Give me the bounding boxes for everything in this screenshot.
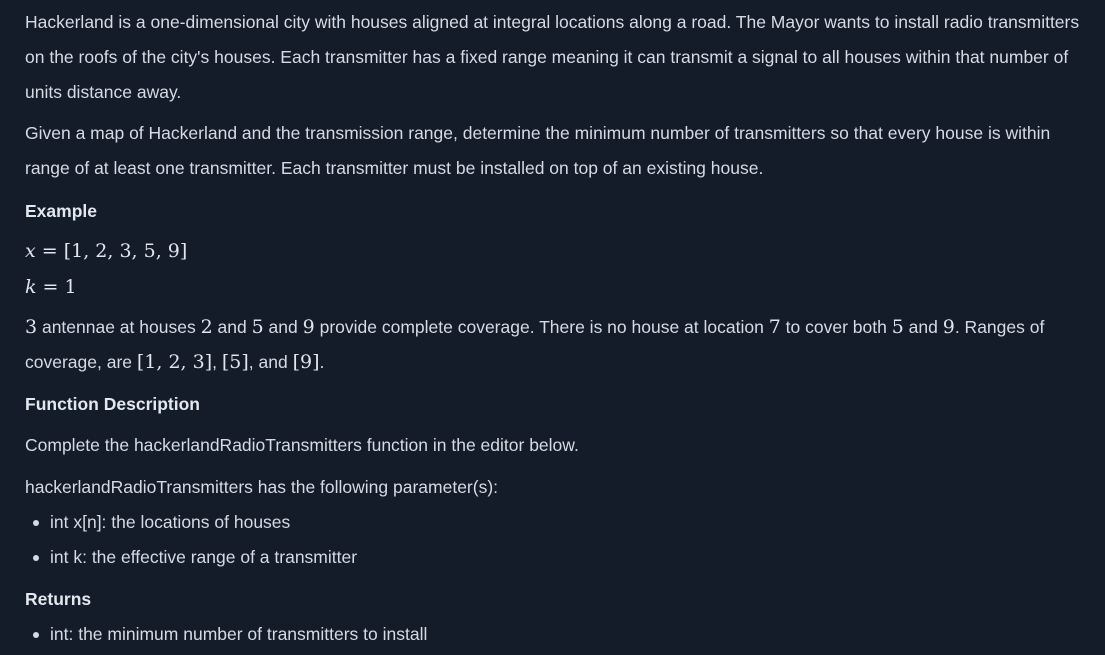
var-k: k [25, 276, 37, 298]
list-item: int k: the effective range of a transmit… [33, 540, 357, 575]
var-x: x [25, 240, 36, 262]
k-value: 1 [64, 276, 77, 298]
returns-list: int: the minimum number of transmitters … [33, 617, 427, 652]
example-k-equation: k = 1 [25, 276, 77, 298]
parameter-list: int x[n]: the locations of houses int k:… [33, 505, 357, 575]
problem-statement: Hackerland is a one-dimensional city wit… [0, 0, 1105, 655]
example-x-equation: x = [1, 2, 3, 5, 9] [25, 240, 188, 262]
intro-paragraph-2: Given a map of Hackerland and the transm… [25, 123, 1051, 178]
function-description-line-2: hackerlandRadioTransmitters has the foll… [25, 477, 499, 497]
x-value: [1, 2, 3, 5, 9] [63, 240, 188, 262]
example-heading: Example [25, 201, 97, 221]
returns-heading: Returns [25, 589, 92, 609]
list-item: int: the minimum number of transmitters … [33, 617, 427, 652]
example-explanation: 3 antennae at houses 2 and 5 and 9 provi… [25, 316, 1045, 373]
list-item: int x[n]: the locations of houses [33, 505, 357, 540]
function-description-heading: Function Description [25, 394, 200, 414]
function-description-line-1: Complete the hackerlandRadioTransmitters… [25, 435, 579, 455]
intro-paragraph-1: Hackerland is a one-dimensional city wit… [25, 12, 1080, 102]
